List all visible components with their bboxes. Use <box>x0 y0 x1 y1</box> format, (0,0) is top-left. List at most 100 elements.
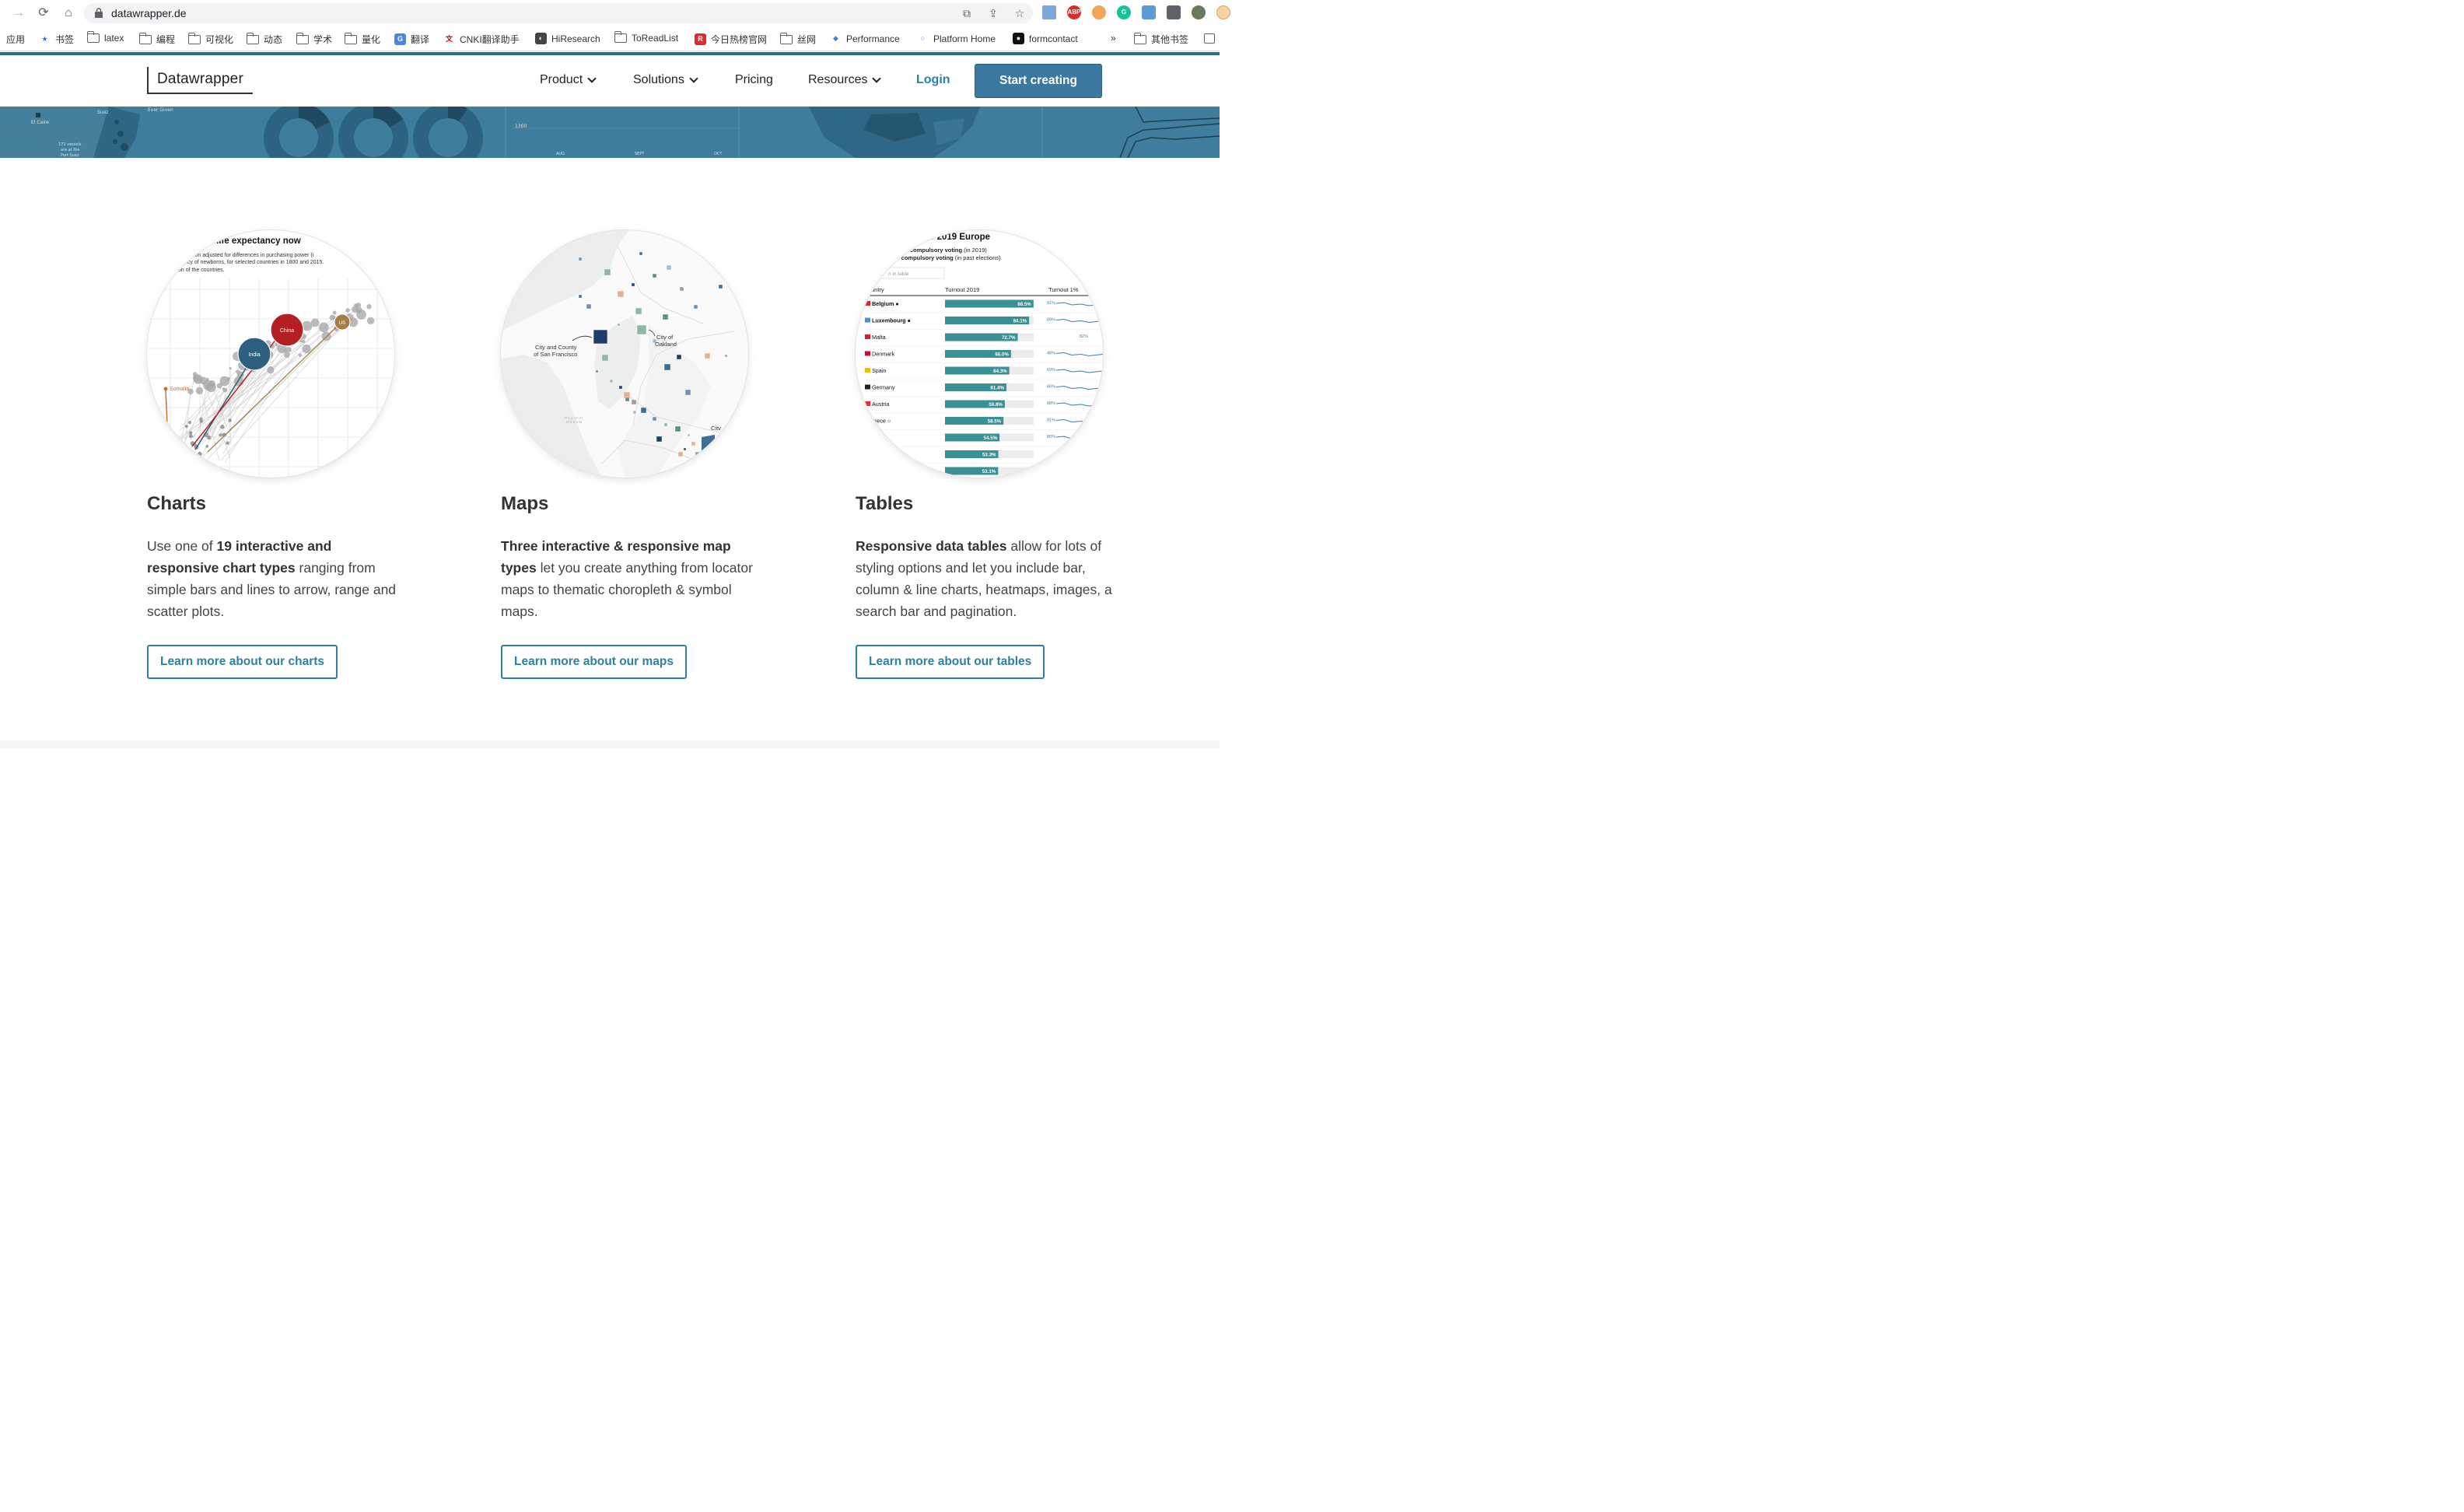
country-cell: Austria <box>872 401 889 408</box>
share-icon[interactable]: ⇪ <box>986 6 1000 20</box>
network-extension-icon[interactable] <box>1142 5 1156 19</box>
bookmark-item[interactable]: ★ 书签 <box>39 33 74 46</box>
learn-more-maps-button[interactable]: Learn more about our maps <box>501 645 687 679</box>
home-icon[interactable]: ⌂ <box>62 7 75 19</box>
history-value: 91% <box>1047 301 1055 306</box>
update-badge-icon[interactable] <box>1216 5 1230 19</box>
turnout-value: 58.5% <box>988 419 1002 425</box>
bookmark-item[interactable]: 应用 <box>6 33 25 46</box>
bookmark-item[interactable]: 编程 <box>139 32 175 46</box>
bookmark-label: 今日热榜官网 <box>711 34 768 45</box>
bookmark-item[interactable]: 可视化 <box>188 32 233 46</box>
preview-subtitle: on of the countries. <box>178 268 225 273</box>
learn-more-charts-button[interactable]: Learn more about our charts <box>147 645 338 679</box>
map-symbol <box>601 354 609 362</box>
reading-list-icon[interactable] <box>1204 33 1215 44</box>
doc-extension-icon[interactable] <box>1042 5 1056 19</box>
maps-preview: City and County of San Francisco City of… <box>501 230 748 478</box>
column-header: Turnout 2019 <box>945 286 979 293</box>
hero-label: 171 vessels <box>58 142 82 147</box>
globe-icon: ◐ <box>535 33 547 44</box>
country-cell: Germany <box>872 384 895 391</box>
bookmark-item[interactable]: latex <box>87 31 124 44</box>
somalia-label: Somalia <box>170 387 189 392</box>
hero-label: AUG <box>556 152 565 156</box>
country-dot <box>283 352 290 359</box>
tables-title: Tables <box>856 493 914 514</box>
bookmark-item[interactable]: 学术 <box>296 32 332 46</box>
country-cell: Malta <box>872 334 886 341</box>
adblock-icon[interactable]: ABP <box>1067 5 1081 19</box>
feature-tables: e 2019 Europe compulsory voting (in 2019… <box>856 230 1112 679</box>
bookmark-item[interactable]: 丝网 <box>780 32 816 46</box>
map-symbol <box>683 447 687 451</box>
bookmark-item[interactable]: ◐ HiResearch <box>535 33 600 44</box>
address-bar[interactable]: datawrapper.de ⧉ ⇪ ☆ <box>84 3 1033 23</box>
country-dot <box>332 310 337 315</box>
bookmark-item[interactable]: ◆ Performance <box>830 33 900 44</box>
map-symbol <box>578 257 583 261</box>
reload-icon[interactable]: ⟳ <box>37 7 50 19</box>
map-symbol <box>656 436 663 443</box>
extensions-puzzle-icon[interactable] <box>1167 5 1181 19</box>
login-link[interactable]: Login <box>916 73 950 87</box>
history-value: 81% <box>1047 418 1055 423</box>
preview-subtitle: son adjusted for differences in purchasi… <box>192 253 314 258</box>
bookmark-item[interactable]: 其他书签 <box>1134 32 1188 46</box>
history-sparkline <box>1055 302 1103 306</box>
bookmark-label: CNKI翻译助手 <box>460 34 520 45</box>
country-dot <box>298 353 302 357</box>
bookmark-item[interactable]: ● formcontact <box>1013 33 1078 44</box>
bookmark-label: Platform Home <box>933 33 996 44</box>
country-dot <box>345 308 350 313</box>
bookmark-label: 书签 <box>55 34 75 45</box>
history-value: 66% <box>1047 385 1055 390</box>
bookmark-item[interactable]: 量化 <box>345 32 380 46</box>
bookmark-item[interactable]: » <box>1111 33 1116 44</box>
learn-more-tables-button[interactable]: Learn more about our tables <box>856 645 1045 679</box>
country-dot <box>228 418 232 422</box>
bookmark-label: » <box>1111 33 1116 44</box>
grammarly-icon[interactable]: G <box>1117 5 1131 19</box>
back-arrow-icon[interactable]: → <box>12 7 25 19</box>
folder-icon <box>1134 32 1146 44</box>
city-label: Citv <box>711 425 721 432</box>
nav-pricing[interactable]: Pricing <box>735 73 773 87</box>
map-symbol <box>693 304 698 310</box>
country-dot <box>354 303 358 307</box>
folder-icon <box>188 32 201 44</box>
map-symbol <box>679 286 684 292</box>
folder-icon <box>296 32 309 44</box>
map-symbol <box>663 422 668 427</box>
bookmark-label: HiResearch <box>551 33 600 44</box>
oakland-label: City of <box>656 334 674 341</box>
bookmark-item[interactable]: ToReadList <box>614 31 678 44</box>
turnout-value: 59.8% <box>989 402 1003 408</box>
country-dot <box>236 369 240 374</box>
bookmark-item[interactable]: ○ Platform Home <box>917 33 996 44</box>
bookmark-item[interactable]: 文 CNKI翻译助手 <box>443 33 520 46</box>
start-creating-button[interactable]: Start creating <box>975 64 1102 98</box>
country-dot <box>195 387 204 395</box>
nav-product[interactable]: Product <box>540 73 597 87</box>
map-symbol <box>640 407 647 414</box>
nav-resources[interactable]: Resources <box>808 73 882 87</box>
nav-solutions[interactable]: Solutions <box>633 73 698 87</box>
folder-icon <box>87 31 100 43</box>
history-value: 69% <box>1047 368 1055 373</box>
country-flag-icon <box>865 401 870 406</box>
bookmark-star-icon[interactable]: ☆ <box>1013 6 1027 20</box>
bookmark-item[interactable]: R 今日热榜官网 <box>695 33 767 46</box>
map-symbol <box>632 410 637 415</box>
translate-page-icon[interactable]: ⧉ <box>960 6 974 20</box>
turnout-value: 64.3% <box>993 369 1007 374</box>
charts-description: Use one of 19 interactive and responsive… <box>147 538 397 619</box>
bookmark-label: Performance <box>846 33 900 44</box>
rss-extension-icon[interactable] <box>1092 5 1106 19</box>
profile-avatar[interactable] <box>1192 5 1206 19</box>
bookmark-item[interactable]: G 翻译 <box>394 33 429 46</box>
bookmark-item[interactable]: 动态 <box>247 32 282 46</box>
datawrapper-logo[interactable]: Datawrapper <box>147 67 253 94</box>
charts-preview: er life expectancy now son adjusted for … <box>147 230 394 478</box>
chevron-down-icon <box>872 73 882 83</box>
